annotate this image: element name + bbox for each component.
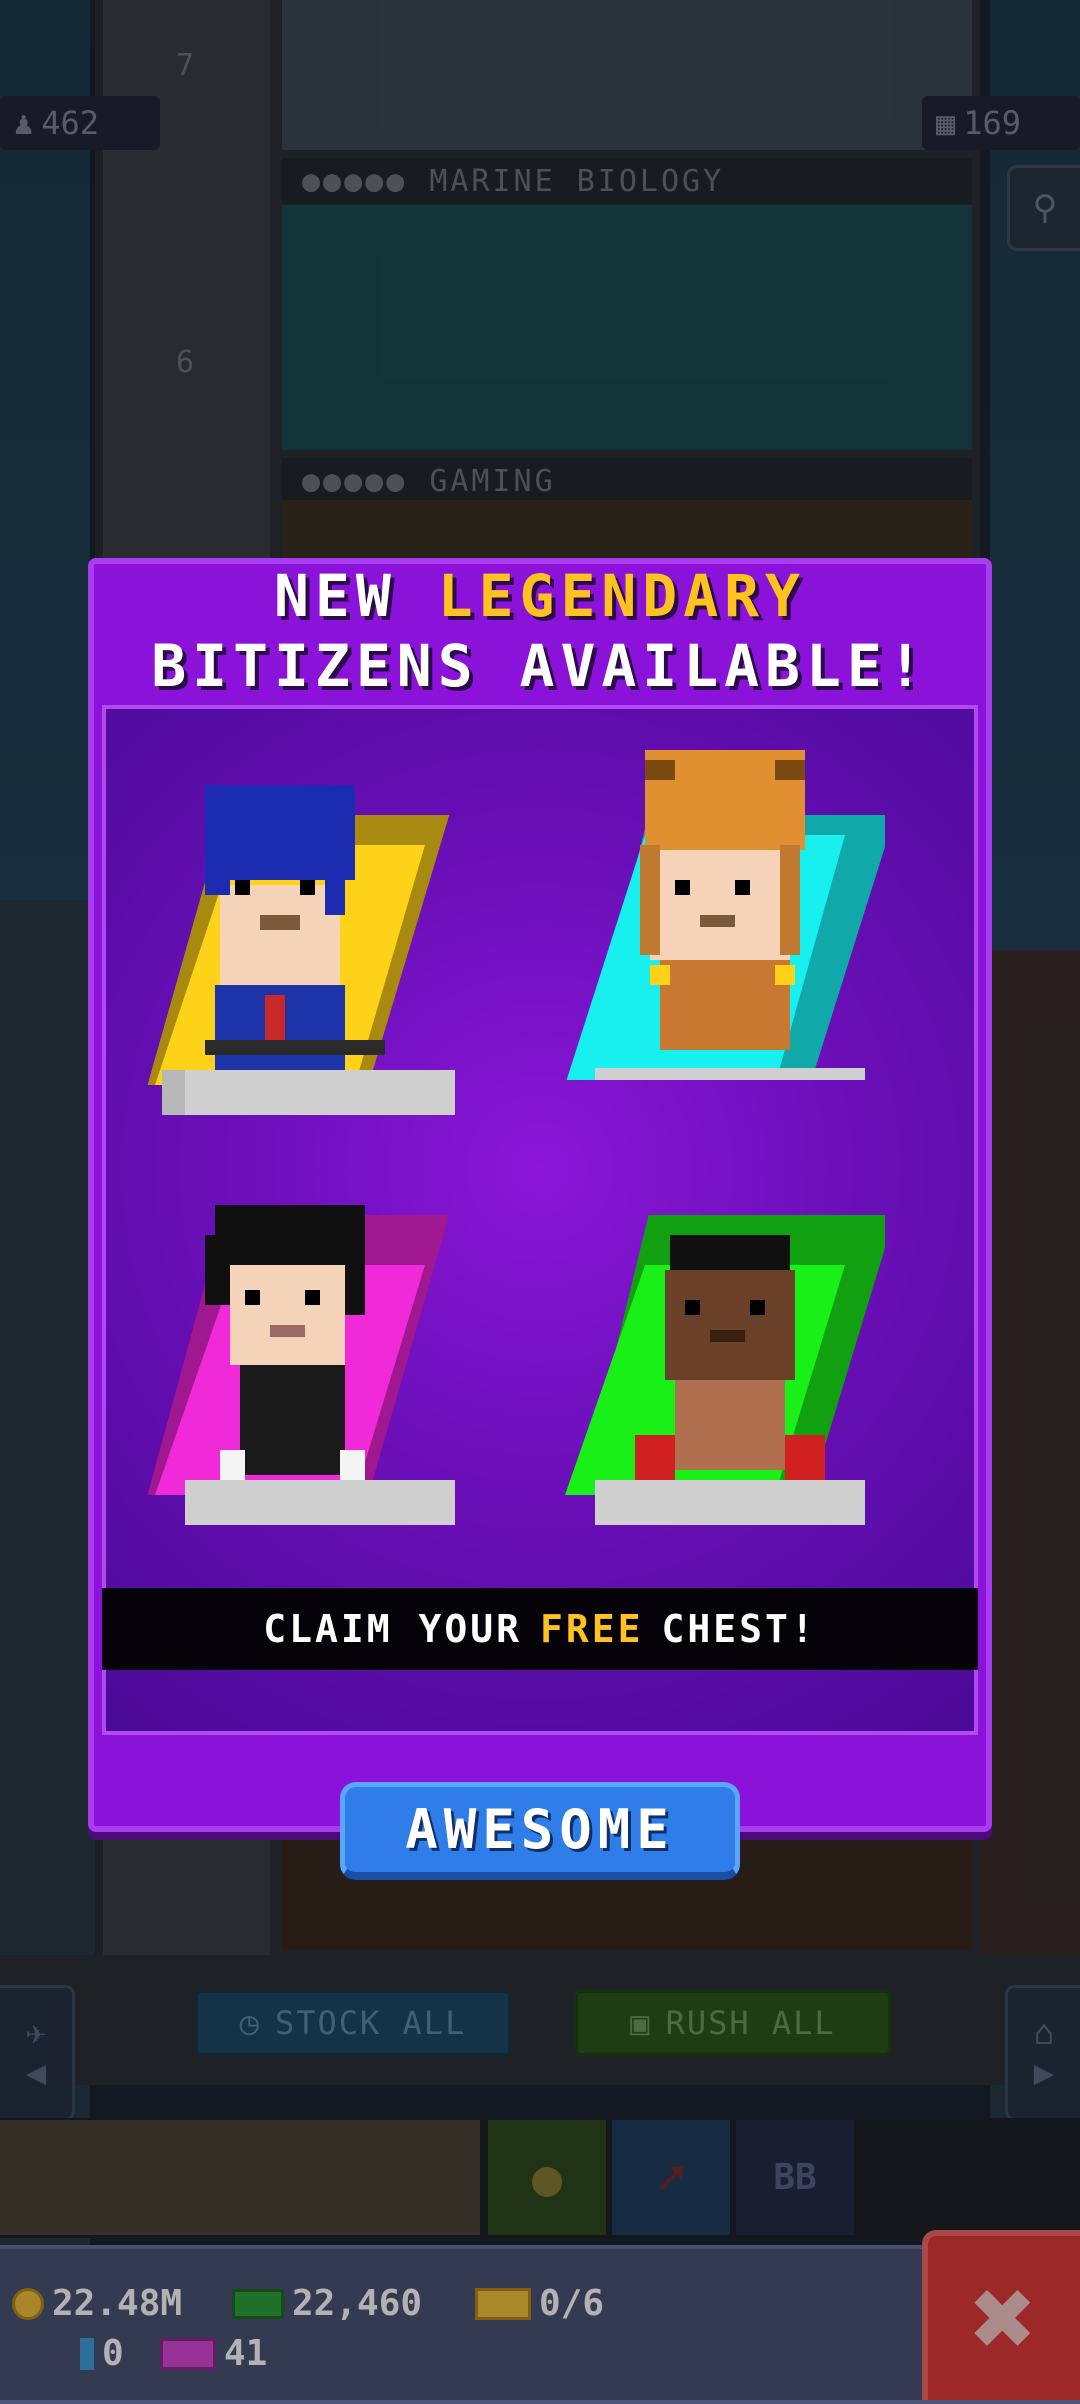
bux-icon: ▣ bbox=[630, 2004, 652, 2042]
title-prefix: NEW bbox=[274, 562, 397, 630]
control-bar bbox=[0, 1955, 1080, 2085]
tickets-stat: 0/6 bbox=[475, 2283, 604, 2324]
close-icon: ✖ bbox=[970, 2254, 1038, 2382]
search-button[interactable]: ⚲ bbox=[1007, 165, 1080, 251]
city-buildings-right bbox=[980, 950, 1080, 2000]
coins-icon: ● bbox=[531, 2148, 563, 2207]
coin-icon bbox=[12, 2287, 44, 2320]
close-button[interactable]: ✖ bbox=[922, 2230, 1080, 2400]
nav-up-button[interactable]: ⌂ ▶ bbox=[1005, 1985, 1080, 2121]
gem-icon bbox=[80, 2337, 94, 2370]
floor-counter: ▦ 169 bbox=[922, 96, 1080, 150]
awesome-button[interactable]: AWESOME bbox=[340, 1782, 740, 1880]
nav-down-button[interactable]: ✈ ◀ bbox=[0, 1985, 75, 2121]
popup-title-line2: BITIZENS AVAILABLE! bbox=[151, 632, 929, 700]
goth-portrait bbox=[147, 1205, 455, 1525]
bux-value: 22,460 bbox=[292, 2283, 423, 2324]
hammer-icon: ➚ bbox=[655, 2148, 687, 2207]
bitizen-card-hockey-player[interactable] bbox=[125, 785, 455, 1115]
gaming-floor[interactable] bbox=[282, 500, 972, 560]
popup-title-line1: NEW LEGENDARY bbox=[88, 562, 992, 630]
bitbook-button[interactable]: BB bbox=[736, 2120, 854, 2235]
marine-biology-floor[interactable] bbox=[282, 205, 972, 450]
coins-value: 22.48M bbox=[52, 2283, 183, 2324]
claim-prefix: CLAIM YOUR bbox=[263, 1607, 522, 1651]
tiger-hood-portrait bbox=[566, 750, 885, 1080]
floor-8-room[interactable] bbox=[282, 0, 972, 150]
rush-all-label: RUSH ALL bbox=[665, 2004, 836, 2042]
floor-label: MARINE BIOLOGY bbox=[429, 163, 725, 199]
clock-icon: ◷ bbox=[239, 2004, 261, 2042]
coins-button[interactable]: ● bbox=[488, 2120, 606, 2235]
floor-banner-marine-biology[interactable]: ●●●●● MARINE BIOLOGY bbox=[282, 158, 972, 204]
floor-count-value: 169 bbox=[963, 104, 1022, 142]
person-icon: ♟ bbox=[14, 104, 34, 142]
gems-stat: 0 bbox=[80, 2333, 124, 2374]
residents-icons: ●●●●● bbox=[302, 163, 408, 199]
claim-suffix: CHEST! bbox=[661, 1607, 817, 1651]
vip-ticket-icon bbox=[160, 2337, 216, 2370]
vip-value: 41 bbox=[224, 2333, 268, 2374]
claim-free-chest-banner[interactable]: CLAIM YOUR FREE CHEST! bbox=[102, 1588, 978, 1670]
golden-ticket-icon bbox=[475, 2287, 531, 2320]
floor-number-6: 6 bbox=[175, 345, 195, 380]
hockey-player-portrait bbox=[147, 785, 455, 1115]
population-value: 462 bbox=[41, 104, 100, 142]
floor-number-7: 7 bbox=[175, 48, 195, 83]
search-icon: ⚲ bbox=[1032, 188, 1058, 228]
floor-banner-gaming[interactable]: ●●●●● GAMING bbox=[282, 458, 972, 504]
title-highlight: LEGENDARY bbox=[437, 562, 806, 630]
arrow-left-icon: ◀ bbox=[25, 2053, 47, 2093]
airplane-icon: ✈ bbox=[25, 2013, 47, 2053]
crate-button[interactable] bbox=[0, 2120, 480, 2235]
build-button[interactable]: ➚ bbox=[612, 2120, 730, 2235]
bitizen-card-tiger-hood[interactable] bbox=[555, 750, 885, 1080]
arrow-right-icon: ▶ bbox=[1033, 2053, 1055, 2093]
building-icon: ▦ bbox=[936, 104, 956, 142]
floor-label: GAMING bbox=[429, 463, 556, 499]
stock-all-label: STOCK ALL bbox=[274, 2004, 467, 2042]
status-bar bbox=[0, 2245, 1080, 2404]
residents-icons: ●●●●● bbox=[302, 463, 408, 499]
bux-icon bbox=[232, 2288, 284, 2319]
bitizen-card-goth[interactable] bbox=[125, 1195, 455, 1525]
stock-all-button[interactable]: ◷ STOCK ALL bbox=[195, 1990, 511, 2056]
tickets-value: 0/6 bbox=[539, 2283, 605, 2324]
bux-stat: 22,460 bbox=[232, 2283, 422, 2324]
coins-stat: 22.48M bbox=[12, 2283, 182, 2324]
claim-highlight: FREE bbox=[539, 1607, 644, 1651]
population-counter: ♟ 462 bbox=[0, 96, 160, 150]
rush-all-button[interactable]: ▣ RUSH ALL bbox=[575, 1990, 891, 2056]
gems-value: 0 bbox=[102, 2333, 124, 2374]
boxer-portrait bbox=[565, 1215, 885, 1525]
vip-stat: 41 bbox=[160, 2333, 267, 2374]
bitizen-card-boxer[interactable] bbox=[555, 1195, 885, 1525]
home-icon: ⌂ bbox=[1033, 2013, 1055, 2053]
